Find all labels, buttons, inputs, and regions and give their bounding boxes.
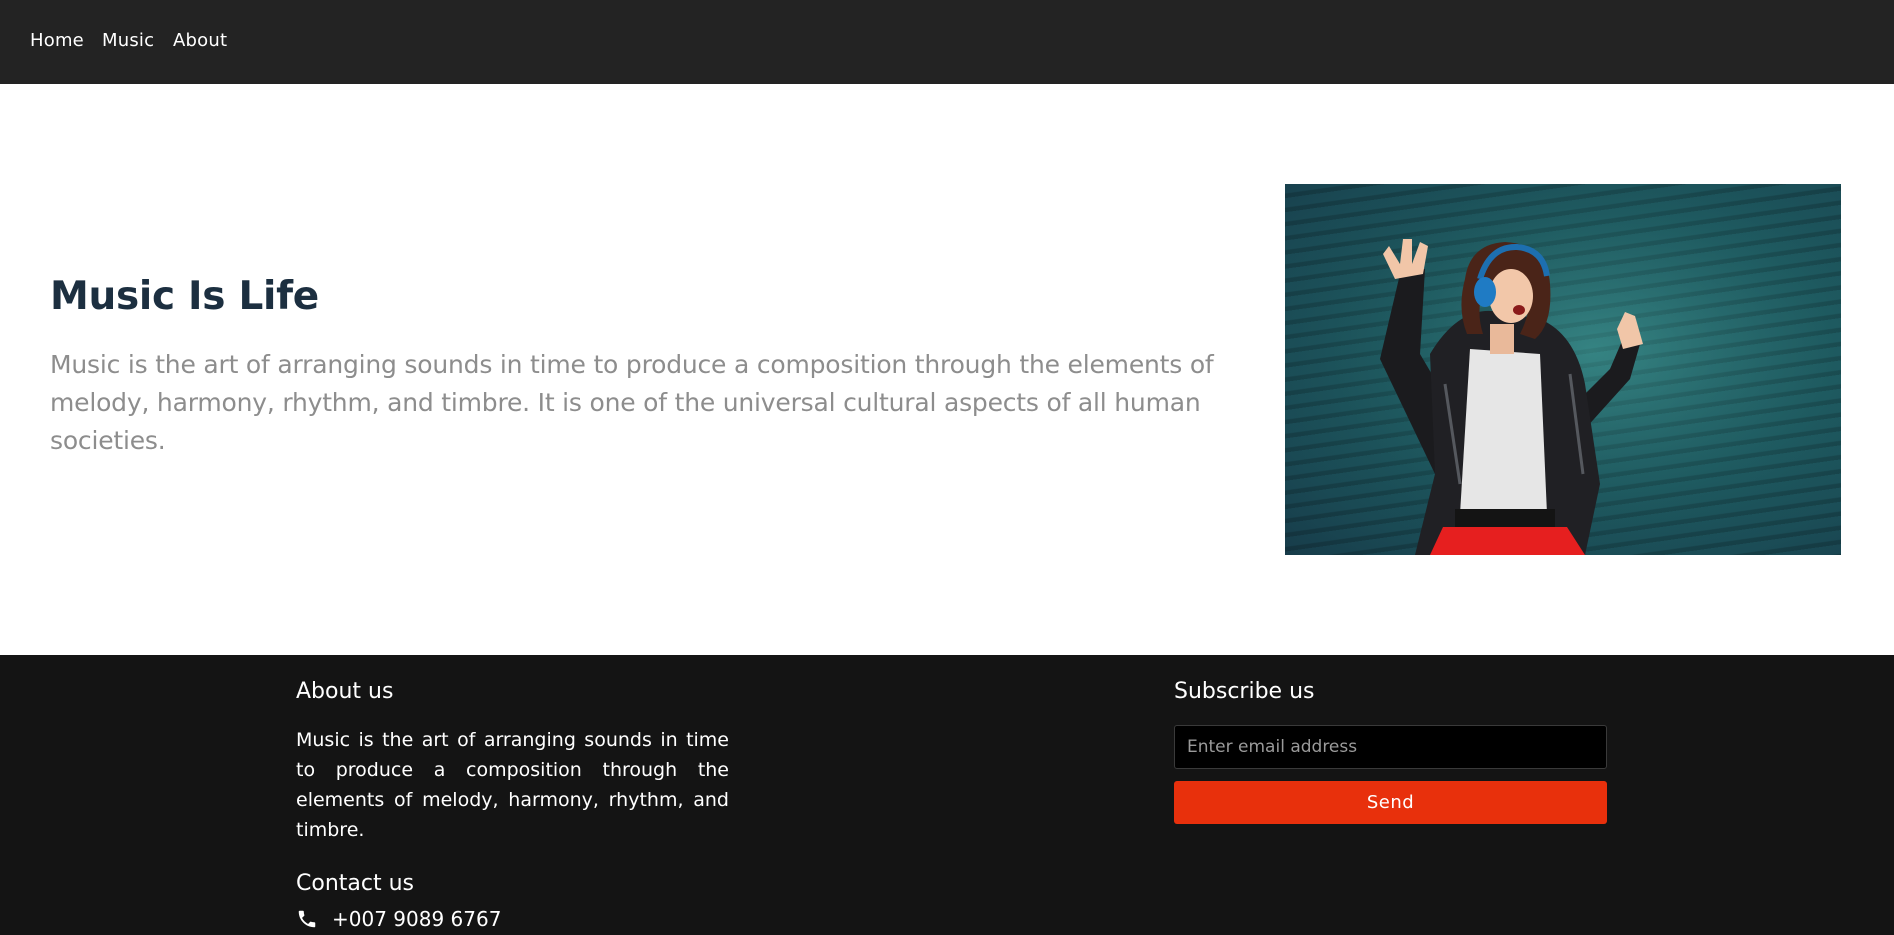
nav-link-home[interactable]: Home: [30, 30, 84, 52]
contact-phone-row: +007 9089 6767: [296, 906, 501, 932]
dancing-woman-illustration: [1285, 184, 1841, 555]
nav-link-music[interactable]: Music: [102, 30, 154, 52]
hero-image: [1285, 184, 1841, 555]
phone-number: +007 9089 6767: [332, 907, 502, 931]
hero-description: Music is the art of arranging sounds in …: [50, 350, 1214, 455]
about-heading: About us: [296, 679, 394, 704]
navbar: Home Music About: [0, 0, 1894, 84]
phone-icon: [296, 908, 318, 930]
hero-section: Music Is Life Music is the art of arrang…: [0, 84, 1894, 655]
subscribe-heading: Subscribe us: [1174, 679, 1315, 704]
contact-heading: Contact us: [296, 871, 414, 896]
send-button[interactable]: Send: [1174, 781, 1607, 824]
about-text: Music is the art of arranging sounds in …: [296, 729, 729, 841]
nav-link-about[interactable]: About: [173, 30, 227, 52]
email-input[interactable]: [1174, 725, 1607, 769]
hero-title: Music Is Life: [50, 274, 319, 319]
footer: About us Music is the art of arranging s…: [0, 655, 1894, 935]
